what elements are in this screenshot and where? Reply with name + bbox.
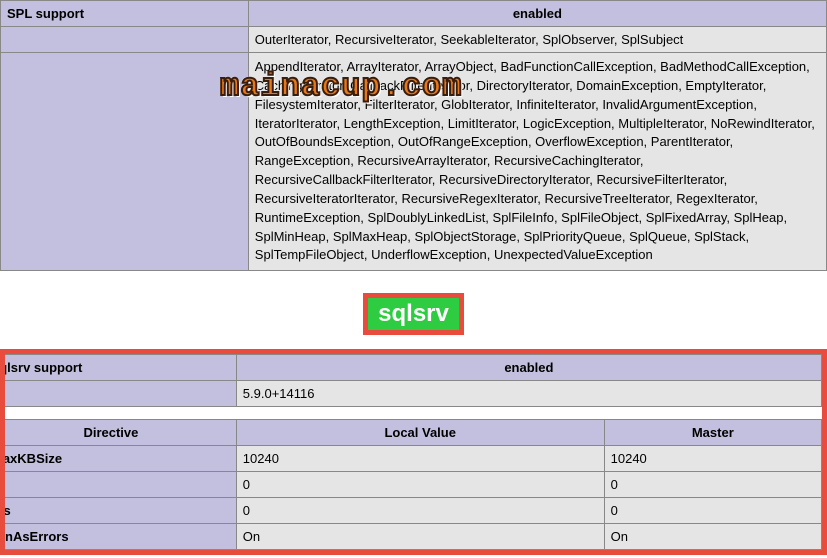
- master-value-col-header: Master: [604, 420, 821, 446]
- directive-col-header: Directive: [0, 420, 236, 446]
- directive-local: 0: [236, 498, 604, 524]
- directive-name: ms: [0, 498, 236, 524]
- sqlsrv-version-label: [0, 381, 236, 407]
- local-value-col-header: Local Value: [236, 420, 604, 446]
- spl-table: SPL support enabled OuterIterator, Recur…: [0, 0, 827, 271]
- spl-classes-label: [1, 53, 249, 271]
- sqlsrv-support-label: sqlsrv support: [0, 355, 236, 381]
- sqlsrv-section-title-wrapper: sqlsrv: [0, 293, 827, 335]
- sqlsrv-support-table: sqlsrv support enabled 5.9.0+14116: [0, 354, 822, 407]
- directive-local: On: [236, 524, 604, 550]
- directive-name: MaxKBSize: [0, 446, 236, 472]
- table-row: 0 0: [0, 472, 822, 498]
- sqlsrv-title-highlight: sqlsrv: [363, 293, 464, 335]
- table-row: ms 0 0: [0, 498, 822, 524]
- directive-master: 0: [604, 472, 821, 498]
- directive-name: urnAsErrors: [0, 524, 236, 550]
- spl-interfaces-label: [1, 27, 249, 53]
- directive-name: [0, 472, 236, 498]
- sqlsrv-highlight-box: sqlsrv support enabled 5.9.0+14116 Direc…: [0, 349, 827, 555]
- spl-classes-value: AppendIterator, ArrayIterator, ArrayObje…: [248, 53, 826, 271]
- directive-local: 0: [236, 472, 604, 498]
- sqlsrv-version-value: 5.9.0+14116: [236, 381, 821, 407]
- spl-support-label: SPL support: [1, 1, 249, 27]
- directive-master: 0: [604, 498, 821, 524]
- directive-master: On: [604, 524, 821, 550]
- table-row: urnAsErrors On On: [0, 524, 822, 550]
- directive-local: 10240: [236, 446, 604, 472]
- sqlsrv-title: sqlsrv: [368, 298, 459, 330]
- spl-support-status: enabled: [248, 1, 826, 27]
- table-row: MaxKBSize 10240 10240: [0, 446, 822, 472]
- sqlsrv-support-status: enabled: [236, 355, 821, 381]
- directive-master: 10240: [604, 446, 821, 472]
- sqlsrv-directives-table: Directive Local Value Master MaxKBSize 1…: [0, 419, 822, 550]
- spl-interfaces-value: OuterIterator, RecursiveIterator, Seekab…: [248, 27, 826, 53]
